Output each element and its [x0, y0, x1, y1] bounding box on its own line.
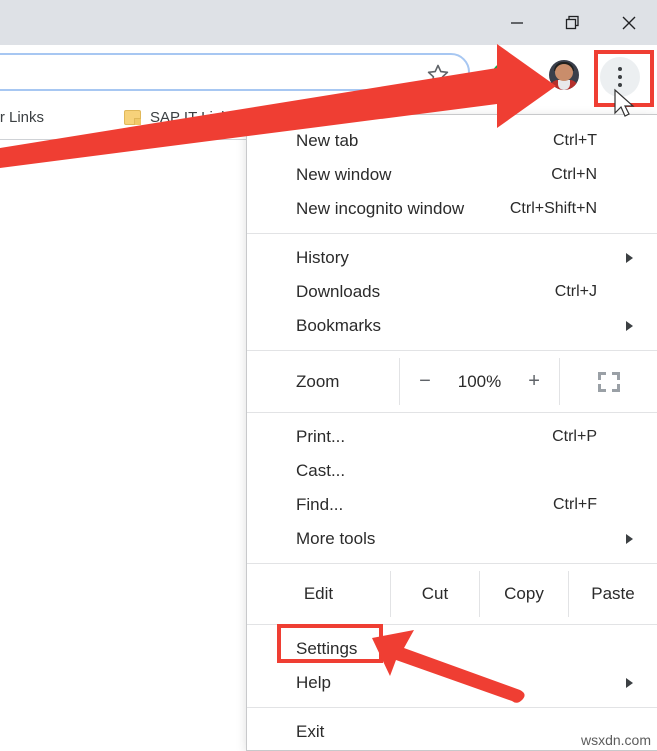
bookmark-item-concur-links[interactable]: cur Links: [0, 109, 44, 126]
paste-button[interactable]: Paste: [568, 571, 657, 617]
menu-separator: [247, 563, 657, 564]
menu-item-shortcut: Ctrl+Shift+N: [510, 200, 597, 218]
extension-badge: off: [498, 78, 518, 94]
restore-button[interactable]: [545, 0, 601, 45]
menu-separator: [247, 350, 657, 351]
fullscreen-button[interactable]: [560, 358, 657, 405]
chevron-right-icon: [626, 321, 633, 331]
chrome-main-menu: New tab Ctrl+T New window Ctrl+N New inc…: [246, 114, 657, 751]
chevron-right-icon: [626, 253, 633, 263]
menu-item-help[interactable]: Help: [247, 666, 657, 700]
menu-row-zoom: Zoom − 100% +: [247, 358, 657, 405]
avatar-face: [555, 64, 573, 81]
menu-item-new-window[interactable]: New window Ctrl+N: [247, 158, 657, 192]
menu-item-downloads[interactable]: Downloads Ctrl+J: [247, 275, 657, 309]
menu-item-shortcut: Ctrl+P: [552, 428, 597, 446]
menu-item-label: New incognito window: [296, 199, 464, 219]
menu-row-edit: Edit Cut Copy Paste: [247, 571, 657, 617]
menu-item-label: New tab: [296, 131, 358, 151]
browser-window: off cur Links SAP IT Links New tab Ctrl+…: [0, 0, 657, 751]
close-icon: [620, 14, 638, 32]
window-controls: [489, 0, 657, 45]
edit-label: Edit: [247, 571, 390, 617]
profile-avatar[interactable]: [549, 60, 579, 90]
menu-item-label: Cast...: [296, 461, 345, 481]
menu-item-more-tools[interactable]: More tools: [247, 522, 657, 556]
extension-icon[interactable]: off: [492, 62, 522, 92]
menu-item-cast[interactable]: Cast...: [247, 454, 657, 488]
dot-3: [618, 83, 622, 87]
menu-item-label: New window: [296, 165, 391, 185]
menu-separator: [247, 624, 657, 625]
bookmark-star-icon[interactable]: [425, 62, 451, 88]
menu-item-shortcut: Ctrl+J: [555, 283, 597, 301]
cut-button[interactable]: Cut: [390, 571, 479, 617]
folder-icon: [124, 110, 141, 125]
menu-separator: [247, 707, 657, 708]
zoom-controls: − 100% +: [399, 358, 560, 405]
menu-item-shortcut: Ctrl+N: [551, 166, 597, 184]
menu-item-label: Bookmarks: [296, 316, 381, 336]
zoom-in-button[interactable]: +: [528, 370, 540, 393]
menu-item-history[interactable]: History: [247, 241, 657, 275]
copy-button[interactable]: Copy: [479, 571, 568, 617]
restore-icon: [564, 14, 582, 32]
minimize-icon: [509, 15, 525, 31]
menu-item-new-tab[interactable]: New tab Ctrl+T: [247, 124, 657, 158]
menu-item-label: History: [296, 248, 349, 268]
menu-item-label: Find...: [296, 495, 343, 515]
bookmark-item-sap-it-links[interactable]: SAP IT Links: [124, 109, 236, 126]
menu-item-print[interactable]: Print... Ctrl+P: [247, 420, 657, 454]
close-button[interactable]: [601, 0, 657, 45]
menu-item-shortcut: Ctrl+T: [553, 132, 597, 150]
address-bar[interactable]: [0, 53, 470, 91]
menu-item-label: Help: [296, 673, 331, 693]
menu-item-label: Exit: [296, 722, 324, 742]
bookmark-label: SAP IT Links: [150, 109, 236, 126]
dot-2: [618, 75, 622, 79]
menu-separator: [247, 412, 657, 413]
menu-item-label: Settings: [296, 639, 357, 659]
menu-item-label: Print...: [296, 427, 345, 447]
watermark: wsxdn.com: [581, 732, 651, 748]
zoom-level-value: 100%: [458, 372, 501, 392]
fullscreen-icon: [598, 372, 620, 392]
zoom-out-button[interactable]: −: [419, 370, 431, 393]
menu-item-find[interactable]: Find... Ctrl+F: [247, 488, 657, 522]
zoom-label: Zoom: [247, 358, 399, 405]
dot-1: [618, 67, 622, 71]
menu-item-label: Downloads: [296, 282, 380, 302]
menu-item-new-incognito-window[interactable]: New incognito window Ctrl+Shift+N: [247, 192, 657, 226]
minimize-button[interactable]: [489, 0, 545, 45]
menu-item-settings[interactable]: Settings: [247, 632, 657, 666]
chevron-right-icon: [626, 534, 633, 544]
menu-separator: [247, 233, 657, 234]
menu-item-shortcut: Ctrl+F: [553, 496, 597, 514]
menu-item-label: More tools: [296, 529, 375, 549]
title-bar: [0, 0, 657, 45]
mouse-cursor: [612, 88, 636, 120]
menu-item-bookmarks[interactable]: Bookmarks: [247, 309, 657, 343]
chevron-right-icon: [626, 678, 633, 688]
bookmark-label: cur Links: [0, 109, 44, 126]
